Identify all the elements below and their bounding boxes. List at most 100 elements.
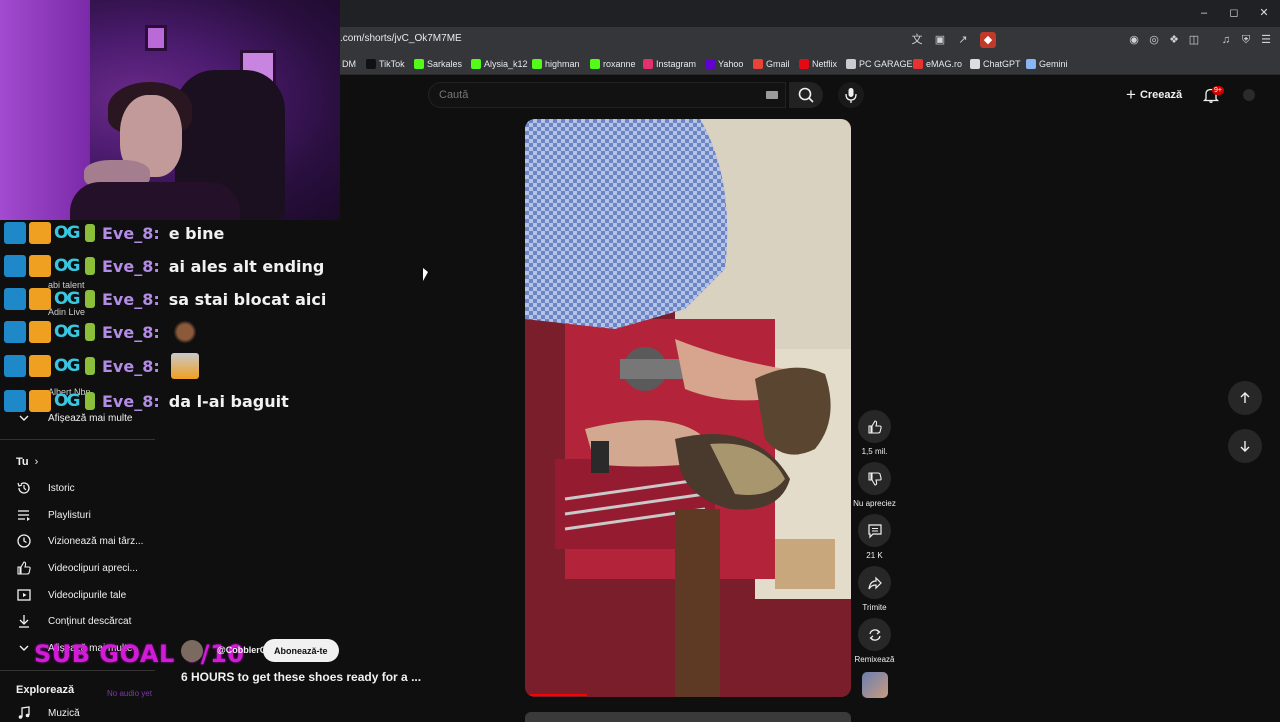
og-badge-icon: OG [54, 289, 80, 309]
moderator-badge-icon [4, 255, 26, 277]
bookmark-item[interactable]: roxanne [590, 57, 636, 71]
bookmark-item[interactable]: highman [532, 57, 580, 71]
remix-button[interactable] [858, 618, 891, 651]
like-button[interactable] [858, 410, 891, 443]
shorts-video-player[interactable] [525, 119, 851, 697]
thumb-down-icon [867, 471, 882, 486]
share-arrow-icon [867, 576, 882, 589]
bookmark-label: Gmail [766, 59, 790, 69]
sidebar-item-music[interactable]: Muzică [16, 704, 80, 722]
bookmark-item[interactable]: eMAG.ro [913, 57, 962, 71]
url-text[interactable]: .com/shorts/jvC_Ok7M7ME [340, 33, 462, 44]
bookmark-item[interactable]: TikTok [366, 57, 405, 71]
subscribe-button[interactable]: Abonează-te [263, 639, 339, 662]
crown-badge-icon [29, 321, 51, 343]
og-badge-icon: OG [54, 223, 80, 243]
bookmark-item[interactable]: Instagram [643, 57, 696, 71]
search-box[interactable] [428, 82, 786, 108]
share-icon[interactable]: ↗ [955, 32, 971, 48]
chat-username: Eve_8: [102, 223, 160, 243]
play-square-icon [17, 589, 31, 601]
tiktok-icon [366, 59, 376, 69]
sidebar-item-your-videos[interactable]: Videoclipurile tale [16, 586, 126, 604]
keyboard-icon[interactable] [766, 91, 778, 99]
sidebar-item-history[interactable]: Istoric [16, 479, 75, 497]
bookmark-label: Yahoo [718, 59, 744, 69]
previous-short-button[interactable] [1228, 381, 1262, 415]
moderator-badge-icon [4, 390, 26, 412]
channel-avatar[interactable] [181, 640, 203, 662]
media-icon[interactable]: ♫ [1218, 32, 1234, 48]
brave-shield-icon[interactable]: ◆ [980, 32, 996, 48]
yahoo-icon [705, 59, 715, 69]
video-title[interactable]: 6 HOURS to get these shoes ready for a .… [181, 670, 421, 684]
account-avatar[interactable] [1243, 89, 1255, 101]
dislike-label: Nu apreciez [853, 499, 896, 508]
comment-count: 21 K [866, 551, 883, 560]
menu-icon[interactable]: ☰ [1258, 32, 1274, 48]
sidebar-item-liked-videos[interactable]: Videoclipuri apreci... [16, 559, 138, 577]
bookmark-item[interactable]: PC GARAGE [846, 57, 913, 71]
chat-username: Eve_8: [102, 391, 160, 411]
bookmark-item[interactable]: Sarkales [414, 57, 462, 71]
show-more-label: Afișează mai multe [48, 412, 133, 424]
bookmark-label: Netflix [812, 59, 838, 69]
bookmark-item[interactable]: Netflix [799, 57, 837, 71]
bookmark-item[interactable]: Alysia_k12 [471, 57, 528, 71]
restore-icon[interactable]: ◻ [1227, 6, 1241, 20]
sidebar-toggle-icon[interactable]: ◫ [1186, 32, 1202, 48]
emag-icon [913, 59, 923, 69]
search-button[interactable] [789, 82, 823, 108]
create-button[interactable]: + Creează [1126, 85, 1182, 105]
voice-search-button[interactable] [838, 82, 864, 108]
vpn-shield-icon[interactable]: ⛨ [1238, 32, 1254, 48]
bookmark-item[interactable]: Gemini [1026, 57, 1068, 71]
moderator-badge-icon [4, 321, 26, 343]
share-label: Trimite [862, 603, 887, 612]
cast-icon[interactable]: ▣ [932, 32, 948, 48]
dislike-button[interactable] [858, 462, 891, 495]
minimize-icon[interactable]: – [1197, 6, 1211, 20]
wallet-icon[interactable]: ◎ [1146, 32, 1162, 48]
channel-name[interactable]: @CobblerG [217, 645, 267, 655]
like-count: 1,5 mil. [861, 447, 888, 456]
search-input[interactable] [429, 83, 729, 107]
arrow-up-icon [1240, 392, 1250, 403]
remix-icon [868, 628, 881, 641]
you-label: Tu [16, 456, 29, 468]
chat-username: Eve_8: [102, 289, 160, 309]
translate-icon[interactable]: 文 [909, 32, 925, 48]
you-section-header[interactable]: Tu › [16, 456, 38, 468]
puzzle-icon[interactable]: ❖ [1166, 32, 1182, 48]
bookmark-item[interactable]: ChatGPT [970, 57, 1021, 71]
video-progress-bar[interactable] [530, 694, 587, 696]
chat-text: e bine [168, 223, 225, 243]
bookmark-label: roxanne [603, 59, 636, 69]
sidebar-item-watch-later[interactable]: Vizionează mai târz... [16, 532, 143, 550]
og-badge-icon: OG [54, 322, 80, 342]
webcam-overlay [0, 0, 340, 220]
close-icon[interactable]: ✕ [1257, 6, 1271, 20]
sidebar-item-downloads[interactable]: Conținut descărcat [16, 612, 131, 630]
create-label: Creează [1139, 89, 1183, 101]
bookmark-item[interactable]: Yahoo [705, 57, 743, 71]
comments-button[interactable] [858, 514, 891, 547]
gift-badge-icon [85, 257, 95, 275]
gift-badge-icon [85, 290, 95, 308]
bookmark-label: Gemini [1039, 59, 1068, 69]
chat-text: ai ales alt ending [168, 256, 325, 276]
astronaut-emote-icon [170, 353, 199, 379]
sound-thumbnail[interactable] [862, 672, 888, 698]
bookmark-item[interactable]: DM [342, 57, 356, 71]
sidebar-item-label: Vizionează mai târz... [48, 535, 144, 547]
next-short-preview[interactable] [525, 712, 851, 722]
share-button[interactable] [858, 566, 891, 599]
bookmark-label: Sarkales [427, 59, 463, 69]
sidebar-item-playlists[interactable]: Playlisturi [16, 506, 91, 524]
extension-icon[interactable]: ◉ [1126, 32, 1142, 48]
notification-badge: 9+ [1212, 86, 1224, 95]
bookmark-label: ChatGPT [983, 59, 1021, 69]
sidebar-item-label: Videoclipuri apreci... [48, 562, 138, 574]
bookmark-item[interactable]: Gmail [753, 57, 790, 71]
next-short-button[interactable] [1228, 429, 1262, 463]
